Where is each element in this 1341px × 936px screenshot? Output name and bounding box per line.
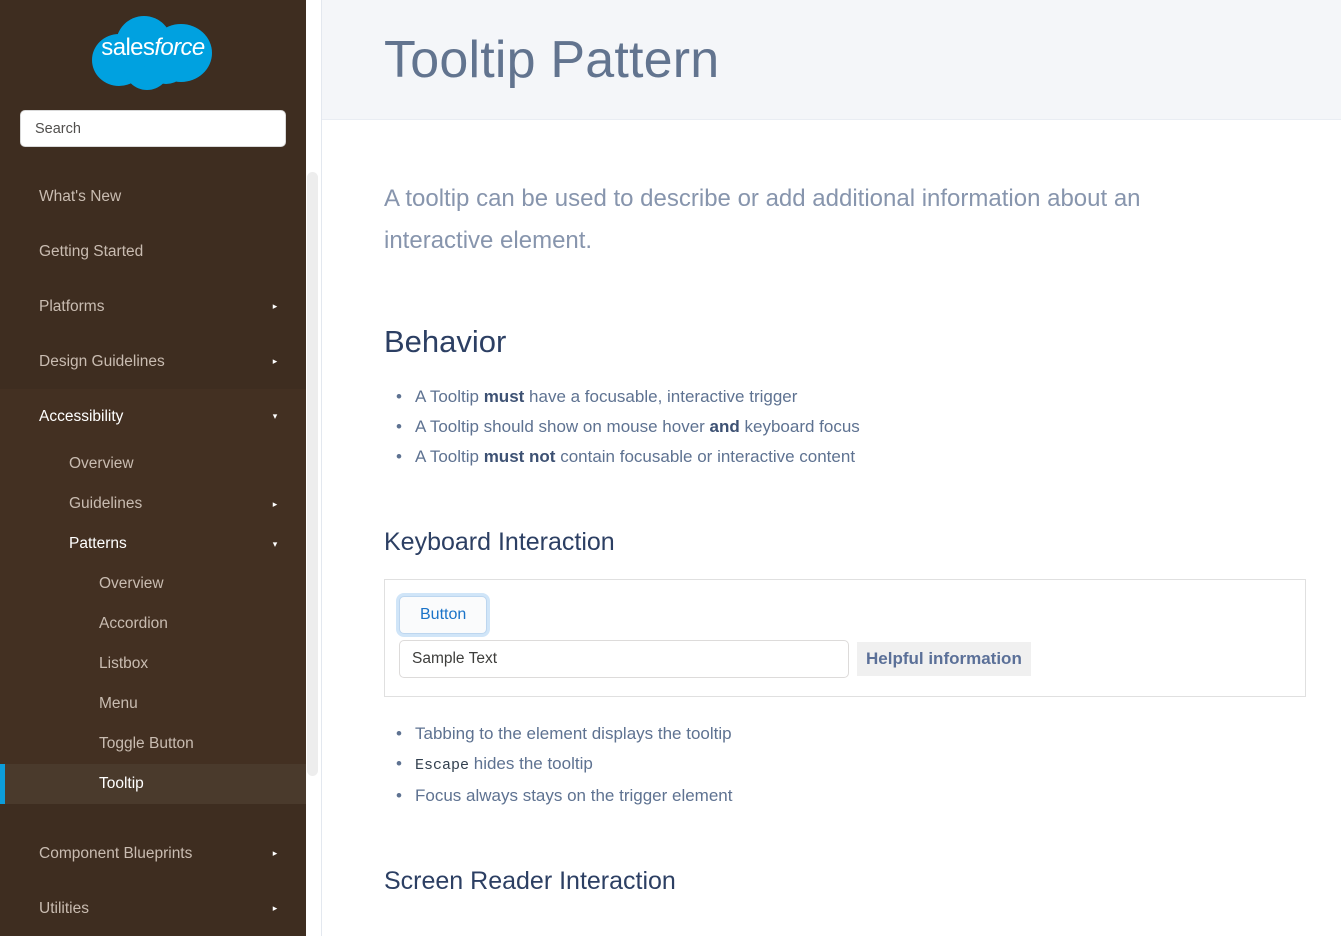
sidebar-item-label: Guidelines [69,495,143,512]
sidebar-item-menu[interactable]: Menu [0,684,306,724]
nav-section-gap [0,804,306,826]
demo-input-row: Helpful information [399,640,1305,678]
sidebar-item-what-s-new[interactable]: What's New [0,169,306,224]
sidebar-item-label: Listbox [99,655,149,672]
sidebar-item-label: What's New [39,187,122,205]
chevron-right-icon[interactable]: ▸ [268,357,282,366]
keyboard-bullet-list: Tabbing to the element displays the tool… [384,719,1341,811]
sidebar-scrollbar-track[interactable] [306,0,322,936]
behavior-bullet-item: A Tooltip should show on mouse hover and… [384,412,1341,442]
behavior-bullet-item: A Tooltip must not contain focusable or … [384,442,1341,472]
bullet-emphasis: must [483,387,525,406]
tooltip-popup: Helpful information [857,642,1031,676]
chevron-down-icon[interactable]: ▾ [268,412,282,421]
sidebar-nav: What's New Getting Started Platforms ▸ Desig… [0,169,306,936]
wordmark-sales: sales [101,34,155,61]
sidebar-item-accessibility[interactable]: Accessibility ▾ [0,389,306,444]
content-body: A tooltip can be used to describe or add… [322,120,1341,896]
sidebar-divider [321,0,322,936]
keyboard-bullet-item: Escape hides the tooltip [384,749,1341,781]
behavior-bullet-list: A Tooltip must have a focusable, interac… [384,382,1341,472]
wordmark-force: force [154,34,205,61]
demo-sample-text-input[interactable] [399,640,849,678]
sidebar-item-toggle-button[interactable]: Toggle Button [0,724,306,764]
sidebar-item-label: Platforms [39,297,105,315]
main-content: Tooltip Pattern A tooltip can be used to… [322,0,1341,936]
salesforce-wordmark: salesforce [92,34,214,62]
sidebar-item-label: Toggle Button [99,735,194,752]
sidebar-item-design-guidelines[interactable]: Design Guidelines ▸ [0,334,306,389]
keyboard-bullet-item: Tabbing to the element displays the tool… [384,719,1341,749]
page-title: Tooltip Pattern [384,30,720,89]
bullet-emphasis: and [709,417,740,436]
search-container [0,110,306,147]
sidebar-item-getting-started[interactable]: Getting Started [0,224,306,279]
keyboard-bullet-item: Focus always stays on the trigger elemen… [384,781,1341,811]
keyboard-key-code: Escape [415,757,470,774]
screen-reader-interaction-heading: Screen Reader Interaction [384,867,676,895]
behavior-heading: Behavior [384,324,507,359]
behavior-bullet-item: A Tooltip must have a focusable, interac… [384,382,1341,412]
sidebar-item-listbox[interactable]: Listbox [0,644,306,684]
sidebar-item-label: Accessibility [39,407,124,425]
sidebar-item-accordion[interactable]: Accordion [0,604,306,644]
sidebar-item-label: Utilities [39,899,89,917]
page-header: Tooltip Pattern [322,0,1341,120]
chevron-right-icon[interactable]: ▸ [268,302,282,311]
chevron-right-icon[interactable]: ▸ [268,904,282,913]
brand-logo[interactable]: salesforce [0,0,306,100]
chevron-right-icon[interactable]: ▸ [268,499,282,509]
sidebar-item-label: Menu [99,695,138,712]
sidebar-item-label: Patterns [69,535,127,552]
sidebar-scrollbar-thumb[interactable] [307,172,318,776]
sidebar-item-guidelines[interactable]: Guidelines ▸ [0,484,306,524]
sidebar-item-label: Design Guidelines [39,352,165,370]
salesforce-cloud-icon: salesforce [92,14,214,92]
sidebar-item-platforms[interactable]: Platforms ▸ [0,279,306,334]
sidebar-item-tooltip[interactable]: Tooltip [0,764,306,804]
chevron-right-icon[interactable]: ▸ [268,849,282,858]
sidebar-item-label: Component Blueprints [39,844,193,862]
sidebar-item-overview[interactable]: Overview [0,444,306,484]
sidebar-item-label: Overview [69,455,134,472]
sidebar-item-utilities[interactable]: Utilities ▸ [0,881,306,936]
sidebar-item-label: Overview [99,575,164,592]
sidebar-item-label: Accordion [99,615,168,632]
sidebar: salesforce What's New Getting Started Plat… [0,0,306,936]
app-root: salesforce What's New Getting Started Plat… [0,0,1341,936]
sidebar-item-component-blueprints[interactable]: Component Blueprints ▸ [0,826,306,881]
intro-paragraph: A tooltip can be used to describe or add… [384,185,1141,254]
sidebar-item-overview[interactable]: Overview [0,564,306,604]
sidebar-item-patterns[interactable]: Patterns ▾ [0,524,306,564]
sidebar-item-label: Getting Started [39,242,144,260]
bullet-emphasis: must not [483,447,556,466]
demo-trigger-button[interactable]: Button [399,596,488,634]
chevron-down-icon[interactable]: ▾ [268,539,282,549]
sidebar-item-label: Tooltip [99,775,144,792]
keyboard-interaction-heading: Keyboard Interaction [384,528,615,556]
search-input[interactable] [20,110,286,147]
tooltip-demo-container: Button Helpful information [384,579,1306,697]
